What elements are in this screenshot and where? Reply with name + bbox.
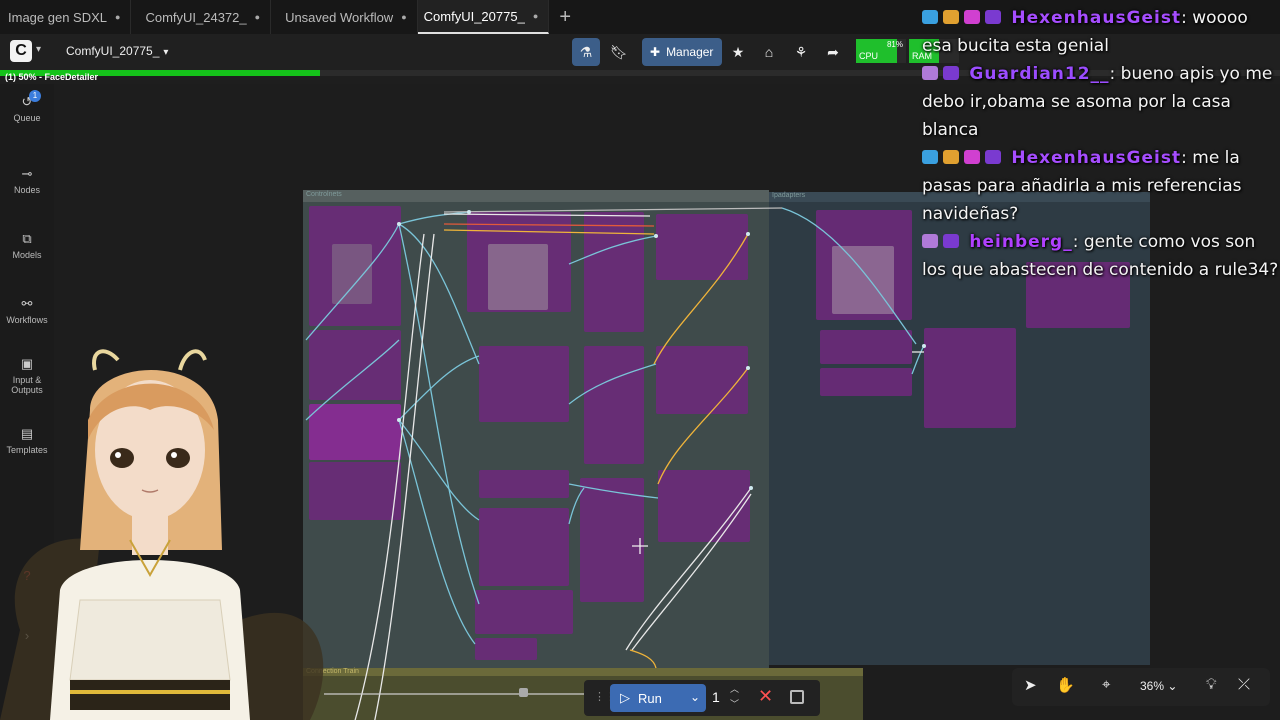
bookmark-icon: 🔖︎ <box>610 43 628 60</box>
unsaved-dot-icon: ● <box>115 12 121 22</box>
chat-username: heinberg_ <box>969 232 1073 252</box>
chevron-down-icon[interactable]: ▾ <box>36 44 41 55</box>
cancel-icon[interactable]: ✕ <box>758 686 773 707</box>
bookmark-button[interactable]: 🔖︎ <box>605 38 633 66</box>
new-tab-button[interactable]: + <box>549 0 581 34</box>
tab-label: ComfyUI_20775_ <box>423 8 525 24</box>
badge-icon <box>964 10 980 24</box>
sidebar-item-nodes[interactable]: ⊸ Nodes <box>0 166 54 195</box>
batch-count-input[interactable]: 1 <box>712 689 720 705</box>
fit-view-icon[interactable]: ⌖ <box>1102 676 1110 693</box>
manager-label: Manager <box>666 45 714 59</box>
sidebar-item-queue[interactable]: ↺ 1 Queue <box>0 90 54 123</box>
chevron-down-icon: ▾ <box>163 47 169 58</box>
play-icon: ▷ <box>620 690 630 705</box>
badge-icon <box>943 234 959 248</box>
tab-image-gen-sdxl[interactable]: Image gen SDXL ● <box>0 0 132 34</box>
sidebar-item-label: Models <box>12 250 42 260</box>
run-label: Run <box>638 690 662 706</box>
queue-badge: 1 <box>29 90 41 102</box>
sidebar-item-label: Workflows <box>6 315 48 325</box>
network-icon: ⚘ <box>794 43 808 60</box>
puzzle-icon: ✚ <box>650 45 661 59</box>
badge-icon <box>964 150 980 164</box>
badge-icon <box>943 150 959 164</box>
badge-icon <box>922 10 938 24</box>
chevron-up-icon[interactable]: ︿ <box>730 682 739 697</box>
chat-message: Guardian12__: bueno apis yo me debo ir,o… <box>922 60 1280 144</box>
tab-label: Image gen SDXL <box>8 9 108 25</box>
cpu-label: CPU <box>859 51 879 61</box>
badge-icon <box>985 10 1001 24</box>
lightbulb-icon[interactable]: 💡︎ <box>1206 676 1217 693</box>
flask-button[interactable]: ⚗ <box>572 38 600 66</box>
chat-username: Guardian12__ <box>969 64 1110 84</box>
hand-icon[interactable]: ✋ <box>1056 676 1075 694</box>
tab-label: ComfyUI_24372_ <box>145 9 247 25</box>
vtuber-avatar <box>0 349 324 720</box>
run-toolbar: ⋮⋮ ▷ Run ⌄ 1 ︿ ﹀ ✕ <box>584 680 820 716</box>
tab-comfyui-24372[interactable]: ComfyUI_24372_ ● <box>131 0 272 34</box>
badge-icon <box>922 150 938 164</box>
cpu-percent: 81% <box>886 40 903 49</box>
badge-icon <box>922 234 938 248</box>
stop-icon[interactable] <box>790 690 804 704</box>
comfy-logo-icon[interactable]: C <box>10 40 32 62</box>
sidebar-item-label: Nodes <box>13 185 40 195</box>
manager-button[interactable]: ✚ Manager <box>642 38 722 66</box>
canvas-tools: ➤ ✋ ⌖ 36% ⌄ 💡︎ ⤫ <box>1012 668 1270 706</box>
unsaved-dot-icon: ● <box>532 11 539 21</box>
workflow-name: ComfyUI_20775_ <box>66 44 160 58</box>
sidebar-item-workflows[interactable]: ⚯ Workflows <box>0 296 54 325</box>
chevron-down-icon[interactable]: ﹀ <box>730 697 739 712</box>
cube-icon: ⌂ <box>764 44 774 60</box>
cube-button[interactable]: ⌂ <box>755 38 783 66</box>
stream-chat-overlay: HexenhausGeist: woooo esa bucita esta ge… <box>922 4 1280 284</box>
chat-username: HexenhausGeist <box>1011 148 1182 168</box>
progress-text: (1) 50% - FaceDetailer <box>5 72 99 82</box>
unsaved-dot-icon: ● <box>401 12 407 22</box>
badge-icon <box>985 150 1001 164</box>
hide-links-icon[interactable]: ⤫ <box>1238 676 1250 693</box>
run-button[interactable]: ▷ Run ⌄ <box>610 684 706 712</box>
chat-message: HexenhausGeist: me la pasas para añadirl… <box>922 144 1280 228</box>
star-icon: ★ <box>731 43 745 60</box>
chat-message: HexenhausGeist: woooo esa bucita esta ge… <box>922 4 1280 60</box>
tab-label: Unsaved Workflow <box>285 9 394 25</box>
cpu-monitor: 81% CPU <box>856 39 906 63</box>
select-pointer-icon[interactable]: ➤ <box>1024 676 1037 694</box>
chat-message: heinberg_: gente como vos son los que ab… <box>922 228 1280 284</box>
network-button[interactable]: ⚘ <box>787 38 815 66</box>
models-icon: ⧉ <box>22 231 32 246</box>
share-icon: ➦ <box>827 43 839 60</box>
sidebar-item-models[interactable]: ⧉ Models <box>0 231 54 260</box>
share-button[interactable]: ➦ <box>819 38 847 66</box>
history-icon: ↺ <box>21 94 33 109</box>
flask-icon: ⚗ <box>579 43 593 60</box>
workflow-name-menu[interactable]: ComfyUI_20775_ ▾ <box>66 44 168 58</box>
unsaved-dot-icon: ● <box>254 12 261 22</box>
batch-stepper[interactable]: ︿ ﹀ <box>730 682 739 712</box>
badge-icon <box>943 66 959 80</box>
star-button[interactable]: ★ <box>724 38 752 66</box>
workflows-icon: ⚯ <box>21 296 33 311</box>
zoom-value: 36% <box>1140 679 1165 693</box>
mouse-cursor-icon <box>632 538 648 554</box>
sidebar-item-label: Queue <box>13 113 41 123</box>
chat-username: HexenhausGeist <box>1011 8 1182 28</box>
zoom-level[interactable]: 36% ⌄ <box>1140 679 1177 693</box>
chevron-down-icon[interactable]: ⌄ <box>690 690 700 704</box>
nodes-icon: ⊸ <box>21 166 33 181</box>
badge-icon <box>922 66 938 80</box>
tab-comfyui-20775[interactable]: ComfyUI_20775_ ● <box>417 0 550 34</box>
tab-unsaved-workflow[interactable]: Unsaved Workflow ● <box>271 0 418 34</box>
badge-icon <box>943 10 959 24</box>
